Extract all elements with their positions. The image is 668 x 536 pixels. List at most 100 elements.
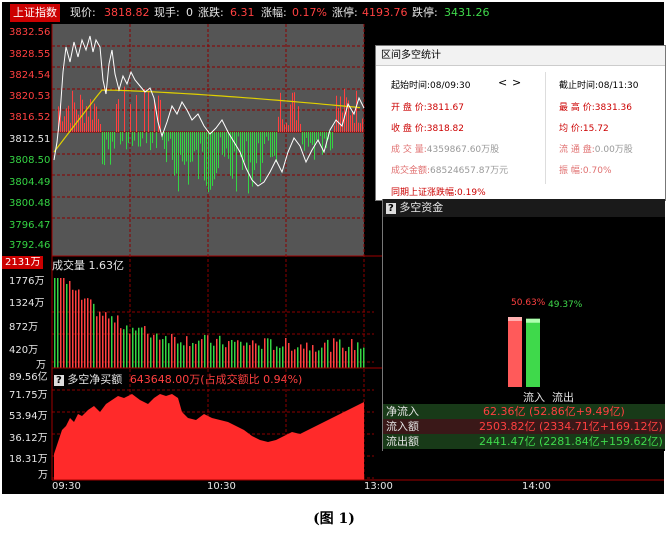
flow-bar-down bbox=[266, 132, 267, 137]
volume-bar bbox=[300, 344, 302, 368]
flow-bar-up bbox=[154, 101, 155, 132]
flow-bar-down bbox=[332, 132, 333, 149]
flow-bar-up bbox=[118, 99, 119, 132]
flow-bar-down bbox=[156, 132, 157, 149]
flow-bar-up bbox=[346, 97, 347, 132]
flow-bar-up bbox=[292, 92, 293, 132]
volume-bar bbox=[285, 337, 287, 368]
volume-bar bbox=[54, 278, 56, 368]
volume-bar bbox=[105, 312, 107, 368]
volume-bar bbox=[99, 311, 101, 368]
volume-bar bbox=[288, 342, 290, 368]
high-price-field: 最 高 价:3831.36 bbox=[559, 103, 632, 113]
flow-bar-up bbox=[290, 104, 291, 132]
volume-bar bbox=[141, 327, 143, 368]
inflow-pct: 50.63% bbox=[511, 298, 546, 308]
flow-bar-down bbox=[152, 132, 153, 144]
volume-bar bbox=[321, 347, 323, 368]
volume-bar bbox=[243, 345, 245, 368]
flow-bar-down bbox=[112, 132, 113, 142]
amplitude-field: 振 幅:0.70% bbox=[559, 166, 612, 176]
flow-bar-down bbox=[308, 132, 309, 147]
flow-bar-down bbox=[264, 132, 265, 144]
volume-bar bbox=[363, 347, 365, 368]
flow-bar-down bbox=[174, 132, 175, 176]
flow-bar-up bbox=[340, 96, 341, 132]
volume-bar bbox=[87, 298, 89, 368]
flow-bar-down bbox=[238, 132, 239, 137]
volume-bar bbox=[147, 333, 149, 368]
volume-bar bbox=[78, 289, 80, 368]
volume-bar bbox=[129, 333, 131, 368]
volume-bar bbox=[195, 343, 197, 368]
volume-bar bbox=[261, 348, 263, 368]
flow-bar-down bbox=[316, 132, 317, 141]
flow-bar-up bbox=[356, 90, 357, 132]
volume-bar bbox=[210, 342, 212, 368]
flow-bar-down bbox=[330, 132, 331, 151]
volume-bar bbox=[258, 345, 260, 368]
flow-bar-down bbox=[258, 132, 259, 144]
volume-bar bbox=[315, 351, 317, 368]
volume-bar bbox=[63, 278, 65, 368]
flow-bar-down bbox=[220, 132, 221, 138]
volume-bar bbox=[309, 350, 311, 368]
volume-bar bbox=[204, 334, 206, 368]
flow-bar-up bbox=[64, 116, 65, 132]
flow-bar-up bbox=[66, 108, 67, 132]
flow-bar-down bbox=[146, 132, 147, 144]
flow-bar-down bbox=[142, 132, 143, 139]
flow-bar-up bbox=[62, 121, 63, 132]
flow-bar-up bbox=[286, 122, 287, 132]
flow-bar-down bbox=[248, 132, 249, 194]
next-button[interactable]: > bbox=[512, 76, 521, 89]
flow-bar-down bbox=[166, 132, 167, 163]
flow-bar-down bbox=[164, 132, 165, 149]
volume-bar bbox=[198, 340, 200, 368]
flow-bar-down bbox=[270, 132, 271, 158]
volume-bar bbox=[357, 342, 359, 368]
flow-bar-down bbox=[140, 132, 141, 147]
time-tick: 09:30 bbox=[52, 481, 81, 492]
volume-bar bbox=[150, 337, 152, 368]
volume-bar bbox=[168, 343, 170, 368]
volume-bar bbox=[270, 339, 272, 368]
flow-bar-down bbox=[106, 132, 107, 140]
volume-bar bbox=[84, 298, 86, 368]
volume-bar bbox=[153, 334, 155, 368]
flow-bar-down bbox=[188, 132, 189, 185]
flow-bar-down bbox=[196, 132, 197, 150]
volume-bar bbox=[303, 348, 305, 368]
volume-bar bbox=[240, 341, 242, 368]
volume-bar bbox=[225, 347, 227, 368]
help-icon[interactable]: ? bbox=[386, 203, 396, 214]
fund-title: 多空资金 bbox=[399, 201, 444, 214]
flow-bar-down bbox=[200, 132, 201, 144]
flow-bar-down bbox=[168, 132, 169, 142]
flow-bar-up bbox=[72, 90, 73, 132]
volume-bar bbox=[159, 339, 161, 368]
volume-bar bbox=[93, 303, 95, 368]
flow-bar-up bbox=[336, 95, 337, 132]
flow-bar-up bbox=[76, 109, 77, 132]
volume-bar bbox=[273, 349, 275, 368]
time-axis: 09:30 10:30 13:00 14:00 bbox=[2, 480, 664, 494]
volume-bar bbox=[282, 346, 284, 368]
flow-bar-up bbox=[80, 94, 81, 132]
flow-bar-down bbox=[170, 132, 171, 139]
volume-bar bbox=[75, 290, 77, 368]
fund-bars bbox=[508, 317, 540, 387]
chart-window: 上证指数 现价: 3818.82 现手: 0 涨跌: 6.31 涨幅: 0.17… bbox=[2, 2, 666, 494]
flow-bar-up bbox=[144, 88, 145, 132]
stats-title-bar[interactable]: 区间多空统计 bbox=[376, 46, 665, 66]
volume-bar bbox=[312, 345, 314, 368]
flow-bar-up bbox=[284, 124, 285, 132]
row-label: 流出额 bbox=[386, 435, 419, 448]
prev-button[interactable]: < bbox=[498, 76, 507, 89]
flow-bar-up bbox=[116, 103, 117, 132]
row-value: 62.36亿 (52.86亿+9.49亿) bbox=[483, 405, 625, 418]
inflow-row: 流入额 2503.82亿 (2334.71亿+169.12亿) bbox=[383, 419, 665, 434]
flow-bar-down bbox=[216, 132, 217, 174]
flow-bar-down bbox=[246, 132, 247, 142]
flow-bar-up bbox=[278, 116, 279, 132]
